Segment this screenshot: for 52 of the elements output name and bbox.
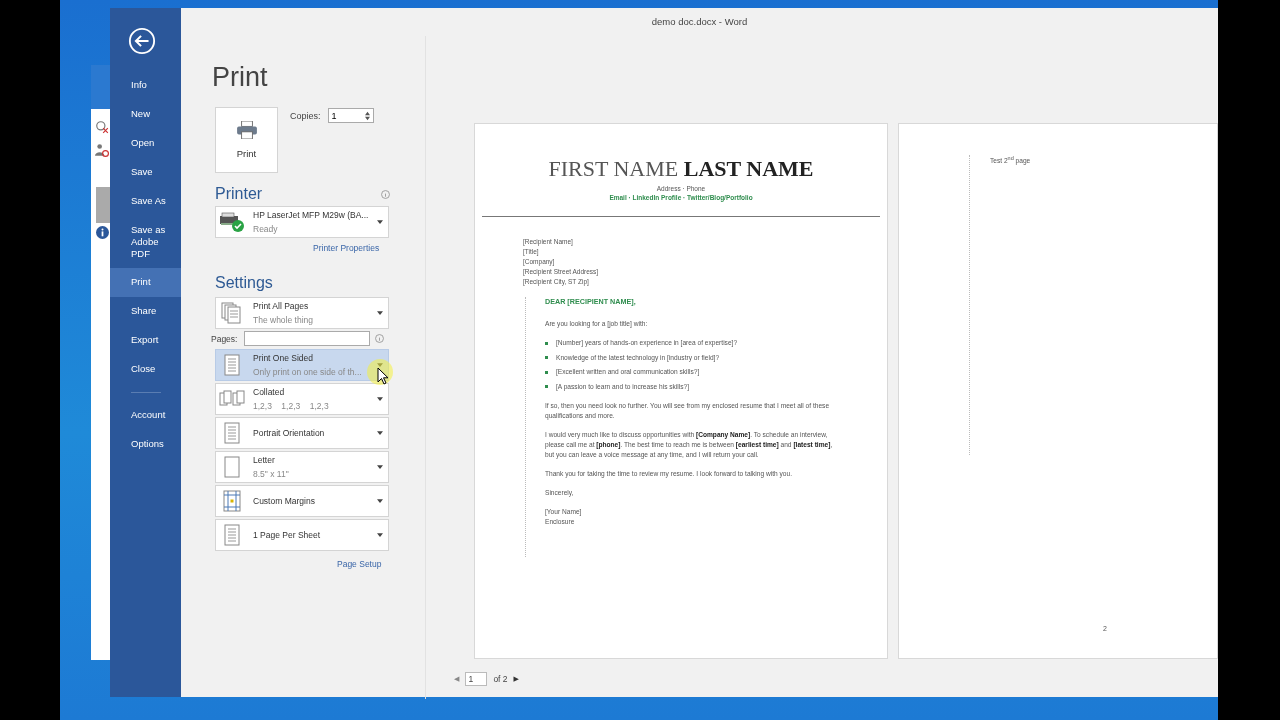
print-button[interactable]: Print (215, 107, 278, 173)
printer-icon (235, 121, 258, 139)
info-icon[interactable] (375, 334, 385, 343)
printer-properties-link[interactable]: Printer Properties (313, 243, 380, 253)
copies-spinner[interactable]: 1 (327, 108, 374, 123)
pages-label: Pages: (211, 333, 238, 344)
setting-dropdown[interactable]: Print All Pages The whole thing (215, 297, 389, 329)
caret-icon (377, 533, 383, 537)
sidebar-item[interactable]: Options (110, 430, 181, 459)
section-heading: Settings (215, 274, 274, 292)
sidebar-item[interactable]: Close (110, 355, 181, 384)
setting-dropdown[interactable]: Collated 1,2,3 1,2,3 1,2,3 (215, 383, 389, 415)
sidebar-item[interactable]: Save As (110, 187, 181, 216)
bullet-icon (545, 356, 548, 359)
sidebar-item[interactable]: Print (110, 268, 181, 297)
printer-dropdown[interactable]: HP LaserJet MFP M29w (BA... Ready (215, 206, 389, 238)
spinner-arrows-icon[interactable] (364, 110, 370, 121)
sidebar-item[interactable]: Save as Adobe PDF (110, 216, 181, 268)
page-setup-link[interactable]: Page Setup (337, 559, 382, 569)
resume-name: FIRST NAME LAST NAME (547, 156, 815, 182)
page-count: of 2 (493, 674, 508, 684)
sidebar-item[interactable]: Export (110, 326, 181, 355)
caret-icon (377, 431, 383, 435)
page-heading: Print (212, 62, 269, 93)
sidebar-item[interactable]: Save (110, 158, 181, 187)
pages-input[interactable] (244, 331, 371, 346)
setting-dropdown[interactable]: Letter 8.5" x 11" (215, 451, 389, 483)
info-icon[interactable] (381, 189, 390, 199)
caret-icon (377, 465, 383, 469)
section-heading: Printer (215, 185, 263, 203)
permission-icon (95, 120, 109, 134)
sidebar-item[interactable]: Info (110, 71, 181, 100)
caret-icon (377, 311, 383, 315)
bullet-icon (545, 370, 548, 374)
copies-label: Copies: (290, 111, 321, 121)
bullet-icon (545, 385, 548, 388)
setting-dropdown[interactable]: Print One Sided Only print on one side of th... (215, 349, 389, 381)
user-icon (95, 143, 109, 157)
printer-ready-icon (219, 211, 245, 233)
setting-dropdown[interactable]: Portrait Orientation (215, 417, 389, 449)
setting-dropdown[interactable]: 1 Page Per Sheet (215, 519, 389, 551)
setting-dropdown[interactable]: Custom Margins (215, 485, 389, 517)
sidebar-item[interactable]: Open (110, 129, 181, 158)
sidebar-item[interactable]: Account (110, 401, 181, 430)
caret-icon (377, 499, 383, 503)
page-number-input[interactable]: 1 (465, 672, 488, 686)
sidebar-item[interactable]: New (110, 100, 181, 129)
window-title: demo doc.docx - Word (651, 16, 748, 27)
bullet-icon (545, 341, 548, 345)
caret-icon (377, 220, 383, 224)
sidebar-item[interactable]: Share (110, 297, 181, 326)
caret-icon (377, 397, 383, 401)
